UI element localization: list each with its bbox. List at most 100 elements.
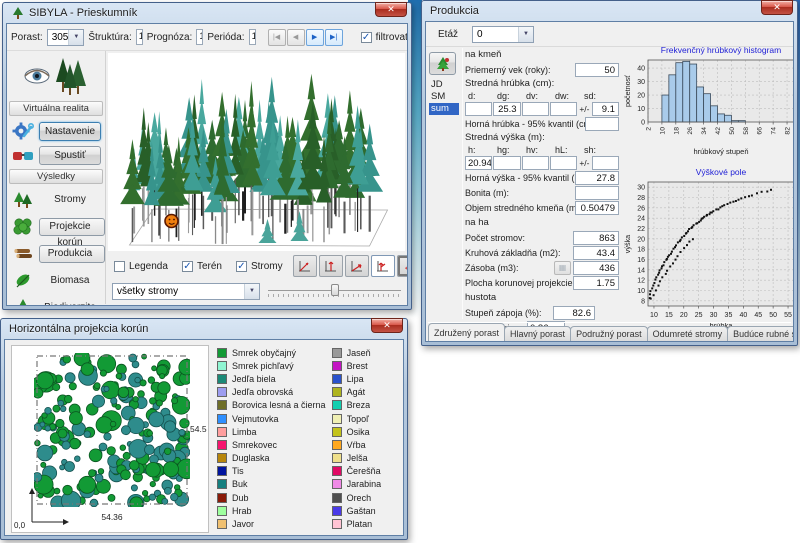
- tab-podru-n-porast[interactable]: Podružný porast: [570, 326, 648, 341]
- svg-text:0,0: 0,0: [14, 521, 26, 530]
- charts-column: Frekvenčný hrúbkový histogram01020304021…: [622, 44, 794, 342]
- zapoj-field[interactable]: 82.6: [553, 306, 595, 320]
- struktura-input[interactable]: 1: [136, 29, 143, 45]
- stromy-checkbox[interactable]: ✓Stromy: [236, 261, 283, 272]
- desktop: { "window_explorer": { "title": "SIBYLA …: [0, 0, 800, 543]
- legend-species-label: Tis: [232, 466, 244, 476]
- legend-species-label: Dub: [232, 493, 249, 503]
- calc-button[interactable]: ▦: [554, 261, 571, 275]
- svg-text:20: 20: [637, 236, 645, 243]
- sidebar-item-produkcia[interactable]: Produkcia: [7, 240, 105, 267]
- porast-combobox[interactable]: 305 ▼: [47, 29, 85, 46]
- cell-field[interactable]: 20.94: [465, 156, 492, 170]
- horna-hrubka-field[interactable]: [585, 117, 619, 131]
- legend-item: Topoľ: [332, 412, 399, 425]
- svg-text:20: 20: [680, 312, 688, 319]
- terén-checkbox[interactable]: ✓Terén: [182, 261, 222, 272]
- legend-species-label: Smrek obyčajný: [232, 348, 296, 358]
- svg-text:Výškové pole: Výškové pole: [696, 167, 747, 177]
- titlebar[interactable]: Horizontálna projekcia korún ✕: [4, 319, 404, 339]
- legend-species-label: Vejmutovka: [232, 414, 279, 424]
- view-axes-3d-button[interactable]: [293, 255, 317, 277]
- close-button[interactable]: ✕: [371, 318, 403, 333]
- titlebar[interactable]: SIBYLA - Prieskumník ✕: [6, 3, 408, 23]
- priemerny-vek-field[interactable]: 50: [575, 63, 619, 77]
- etaz-combobox[interactable]: 0 ▼: [472, 26, 534, 43]
- legend-swatch: [217, 427, 227, 437]
- cell-field[interactable]: [550, 102, 577, 116]
- na-ha-field[interactable]: 863: [573, 231, 619, 245]
- sidebar-item-biodiverzita[interactable]: Biodiverzita: [7, 294, 105, 306]
- column-headers: d:dg:dv:dw:sd:: [465, 90, 619, 101]
- svg-text:18: 18: [637, 247, 645, 254]
- rotation-slider: [268, 282, 401, 300]
- legend-species-label: Breza: [347, 400, 371, 410]
- col-header: hg:: [497, 145, 526, 155]
- legend-swatch: [217, 387, 227, 397]
- svg-text:54.5: 54.5: [190, 424, 207, 434]
- tab-zdru-en-porast[interactable]: Združený porast: [428, 323, 505, 341]
- svg-text:26: 26: [637, 205, 645, 212]
- view-front-button[interactable]: [319, 255, 343, 277]
- slider-thumb[interactable]: [331, 284, 339, 296]
- view-front-icon: [323, 259, 339, 273]
- nastavenie-button[interactable]: Nastavenie: [39, 122, 101, 141]
- forest-3d-viewport[interactable]: [108, 53, 405, 251]
- prognoza-input[interactable]: 1: [196, 29, 203, 45]
- objem-kmena-field[interactable]: 0.50479: [575, 201, 619, 215]
- objem-kmena-label: Objem stredného kmeňa (m3):: [465, 203, 575, 213]
- sidebar-item-projekcie-kor-n[interactable]: Projekcie korún: [7, 213, 105, 240]
- na-ha-field[interactable]: 43.4: [573, 246, 619, 260]
- tree-filter-combobox[interactable]: všetky stromy ▼: [112, 283, 260, 300]
- svg-text:35: 35: [725, 312, 733, 319]
- cell-field[interactable]: [465, 102, 492, 116]
- window-title: Horizontálna projekcia korún: [9, 323, 148, 335]
- titlebar[interactable]: Produkcia ✕: [425, 1, 794, 21]
- view-iso-button[interactable]: [345, 255, 369, 277]
- legenda-checkbox[interactable]: Legenda: [114, 261, 168, 272]
- legend-species-label: Lipa: [347, 374, 364, 384]
- view-side-button[interactable]: [371, 255, 395, 277]
- species-item-jd[interactable]: JD: [429, 79, 459, 91]
- nav-last-button[interactable]: ▶|: [325, 29, 343, 46]
- fit-width-button[interactable]: ↔: [397, 255, 408, 277]
- na-ha-field[interactable]: 436: [573, 261, 619, 275]
- na-ha-label: Zásoba (m3):: [465, 263, 554, 273]
- sd-field[interactable]: [592, 156, 619, 170]
- plus-minus-label: +/-: [578, 158, 591, 168]
- perioda-input[interactable]: 1: [249, 29, 256, 45]
- horna-vyska-field[interactable]: 27.8: [575, 171, 619, 185]
- legend-swatch: [217, 479, 227, 489]
- filter-checkbox[interactable]: ✓ filtrovať: [361, 32, 408, 43]
- legend-species-label: Jedľa biela: [232, 374, 276, 384]
- tab-bud-ce-rubn-stromy[interactable]: Budúce rubné stromy: [727, 326, 794, 341]
- tab-hlavn-porast[interactable]: Hlavný porast: [504, 326, 571, 341]
- cell-field[interactable]: [493, 156, 520, 170]
- cell-field[interactable]: [522, 102, 549, 116]
- sd-field[interactable]: 9.1: [592, 102, 619, 116]
- species-item-sum[interactable]: sum: [429, 103, 459, 115]
- plus-minus-label: +/-: [578, 104, 591, 114]
- tab-odumret-stromy[interactable]: Odumreté stromy: [647, 326, 729, 341]
- svg-text:18: 18: [673, 127, 680, 135]
- close-button[interactable]: ✕: [375, 2, 407, 17]
- svg-text:10: 10: [650, 312, 658, 319]
- spustit-button[interactable]: Spustiť: [39, 146, 101, 165]
- sidebar-item-stromy[interactable]: Stromy: [7, 186, 105, 213]
- cell-field[interactable]: [550, 156, 577, 170]
- nav-next-button[interactable]: ▶: [306, 29, 324, 46]
- objem-kmena-row: Objem stredného kmeňa (m3):0.50479: [465, 200, 619, 215]
- sidebar-item-biomasa[interactable]: Biomasa: [7, 267, 105, 294]
- window-crown-projection: Horizontálna projekcia korún ✕ 54.554.36…: [0, 318, 408, 540]
- cell-field[interactable]: [522, 156, 549, 170]
- cell-field[interactable]: 25.3: [493, 102, 520, 116]
- species-item-sm[interactable]: SM: [429, 91, 459, 103]
- bonita-row: Bonita (m):: [465, 185, 619, 200]
- col-header: dv:: [526, 91, 555, 101]
- window-produkcia: Produkcia ✕ Etáž 0 ▼ JDSMsum na kmeňPrie…: [421, 0, 798, 346]
- bonita-field[interactable]: [575, 186, 619, 200]
- na-ha-field[interactable]: 1.75: [573, 276, 619, 290]
- close-button[interactable]: ✕: [761, 0, 793, 15]
- species-refresh-button[interactable]: [429, 52, 456, 75]
- legend-species-label: Gaštan: [347, 506, 376, 516]
